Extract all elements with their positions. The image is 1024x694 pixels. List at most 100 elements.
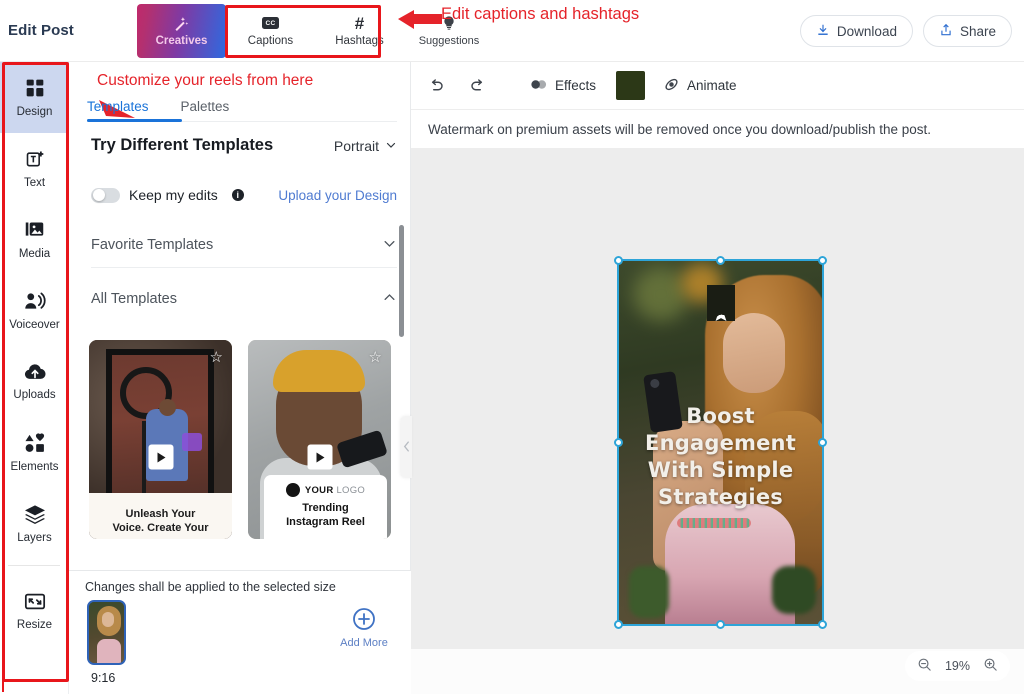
zoom-out-icon[interactable] (917, 657, 932, 675)
overlay-text[interactable]: Boost Engagement With Simple Strategies (619, 403, 822, 511)
annotation-rect-scenes-edge (2, 566, 4, 692)
tab-label: Suggestions (418, 35, 480, 47)
resize-handle-top-right[interactable] (818, 256, 827, 265)
closed-caption-icon: CC (262, 14, 279, 32)
zoom-value: 19% (944, 659, 970, 673)
effects-label: Effects (555, 78, 597, 93)
play-icon[interactable] (148, 444, 173, 470)
favorite-star-icon[interactable]: ☆ (210, 348, 223, 366)
overlay-text-line: Strategies (658, 485, 783, 509)
chevron-up-icon[interactable] (382, 290, 397, 308)
selected-object-frame[interactable]: Boost Engagement With Simple Strategies (614, 256, 827, 629)
keep-edits-control[interactable]: Keep my edits i (91, 187, 244, 203)
favorite-star-icon[interactable]: ☆ (369, 348, 382, 366)
orientation-select[interactable]: Portrait (334, 138, 397, 154)
keep-edits-label: Keep my edits (129, 187, 218, 203)
tab-palettes[interactable]: Palettes (181, 99, 230, 123)
chevron-down-icon (385, 138, 397, 154)
template-logo-text: YOUR LOGO (305, 485, 365, 496)
download-icon (816, 23, 830, 40)
magic-wand-icon (173, 14, 190, 32)
panel-collapse-handle[interactable] (401, 416, 412, 478)
all-templates-section[interactable]: All Templates (91, 290, 397, 308)
annotation-text-panel: Customize your reels from here (97, 72, 314, 89)
add-more-button[interactable]: Add More (335, 607, 393, 649)
template-card[interactable]: ☆ YOUR LOGO Trending Instagram Reel (248, 340, 391, 539)
keep-edits-toggle[interactable] (91, 187, 120, 203)
sidebar-item-media[interactable]: Media (0, 204, 69, 275)
resize-handle-middle-right[interactable] (818, 437, 827, 447)
redo-icon[interactable] (461, 77, 495, 95)
download-button[interactable]: Download (799, 15, 913, 47)
tab-label: Captions (247, 35, 294, 47)
color-swatch[interactable] (616, 71, 646, 100)
scene-thumbnail[interactable] (87, 600, 126, 665)
top-bar: Edit Post Creatives CC Captions # Hashta… (0, 0, 1024, 62)
sidebar-item-layers[interactable]: Layers (0, 488, 69, 559)
canvas-media-image: Boost Engagement With Simple Strategies (619, 261, 822, 624)
sidebar-item-resize[interactable]: Resize (0, 576, 69, 647)
tab-label: Hashtags (335, 35, 384, 47)
scenes-note: Changes shall be applied to the selected… (85, 580, 336, 594)
foreground-foliage (772, 566, 816, 614)
overlay-text-line: Engagement (645, 431, 796, 455)
tab-captions[interactable]: CC Captions (226, 4, 315, 58)
undo-icon[interactable] (419, 77, 453, 95)
sidebar-item-uploads[interactable]: Uploads (0, 346, 69, 417)
resize-handle-middle-left[interactable] (614, 437, 623, 447)
neon-sign-shape (182, 433, 202, 451)
sidebar-item-voiceover[interactable]: Voiceover (0, 275, 69, 346)
favorite-templates-section[interactable]: Favorite Templates (91, 222, 397, 268)
tab-hashtags[interactable]: # Hashtags (315, 4, 404, 58)
logo-brand: YOUR (304, 484, 334, 496)
resize-icon (24, 592, 46, 614)
panel-scrollbar[interactable] (399, 225, 404, 337)
resize-handle-bottom-left[interactable] (614, 620, 623, 629)
chevron-left-icon (403, 440, 410, 455)
upload-design-link[interactable]: Upload your Design (278, 188, 397, 203)
animate-icon (663, 76, 680, 96)
favorite-templates-label: Favorite Templates (91, 236, 214, 253)
chevron-down-icon[interactable] (382, 236, 397, 254)
foreground-foliage (629, 566, 669, 618)
hashtag-icon: # (355, 14, 364, 32)
overlay-text-line: With Simple (647, 458, 794, 482)
share-icon (939, 23, 953, 40)
zoom-in-icon[interactable] (983, 657, 998, 675)
scene-thumb-dress (97, 639, 121, 663)
resize-handle-top-left[interactable] (614, 256, 623, 265)
canvas-stage[interactable]: Boost Engagement With Simple Strategies (401, 148, 1024, 665)
scene-thumb-face (102, 612, 114, 627)
animate-label: Animate (687, 78, 737, 93)
plus-circle-icon (352, 607, 376, 634)
resize-handle-top-center[interactable] (715, 256, 725, 265)
play-icon[interactable] (307, 444, 332, 470)
template-card[interactable]: ☆ Unleash Your Voice. Create Your (89, 340, 232, 539)
share-button[interactable]: Share (922, 15, 1012, 47)
sidebar-item-label: Resize (16, 619, 53, 631)
template-caption: Unleash Your Voice. Create Your (89, 507, 232, 535)
tab-creatives[interactable]: Creatives (137, 4, 226, 58)
try-templates-title: Try Different Templates (91, 136, 274, 154)
resize-handle-bottom-center[interactable] (715, 620, 725, 629)
sidebar-item-label: Uploads (13, 389, 56, 401)
template-caption-line2: Voice. Create Your (112, 522, 209, 534)
premium-watermark-icon (707, 285, 735, 321)
annotation-arrow-top (398, 10, 442, 29)
canvas-toolbar: Effects Animate (411, 62, 1024, 110)
grid-icon (25, 78, 45, 101)
shapes-icon (24, 432, 46, 456)
sidebar-item-label: Media (18, 248, 51, 260)
sidebar-item-text[interactable]: Text (0, 133, 69, 204)
sidebar-item-label: Layers (17, 531, 52, 544)
animate-button[interactable]: Animate (653, 69, 747, 103)
background-bokeh (633, 267, 689, 321)
keep-edits-row: Keep my edits i Upload your Design (91, 187, 397, 203)
info-icon[interactable]: i (231, 189, 244, 201)
cloud-upload-icon (24, 362, 46, 384)
effects-button[interactable]: Effects (521, 69, 606, 103)
sidebar-item-design[interactable]: Design (0, 62, 69, 133)
template-caption-bg: YOUR LOGO Trending Instagram Reel (264, 475, 387, 539)
resize-handle-bottom-right[interactable] (818, 620, 827, 629)
sidebar-item-elements[interactable]: Elements (0, 417, 69, 488)
